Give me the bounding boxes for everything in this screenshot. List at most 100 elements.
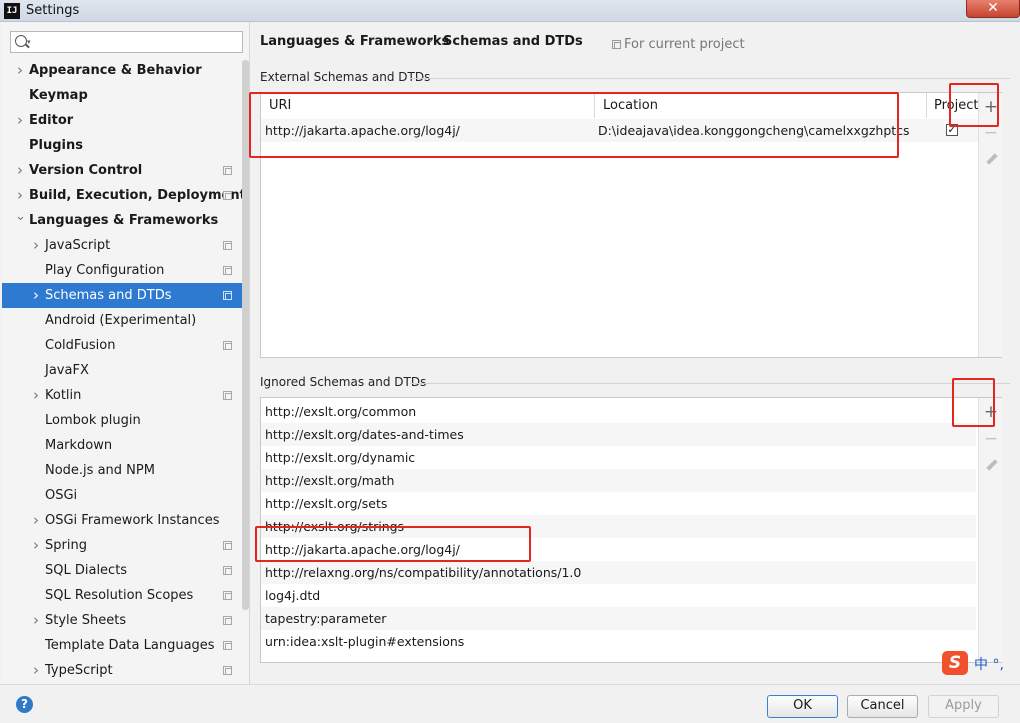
help-icon[interactable]: ? [16,696,33,713]
sidebar-item[interactable]: › Build, Execution, Deployment [2,183,248,208]
sidebar-item-label: Kotlin [45,388,82,403]
remove-external-button[interactable]: − [979,121,1003,145]
sidebar-item-label: Android (Experimental) [45,313,197,328]
sidebar-item[interactable]: Play Configuration [2,258,248,283]
project-scope-icon [223,291,232,300]
sidebar-item[interactable]: › Editor [2,108,248,133]
chevron-down-icon[interactable]: ▾ [27,38,31,46]
sidebar-item[interactable]: Android (Experimental) [2,308,248,333]
breadcrumb-current: Schemas and DTDs [443,34,583,49]
list-item[interactable]: log4j.dtd [261,584,976,607]
column-header-project[interactable]: Project [927,93,979,118]
project-scope-icon [223,566,232,575]
project-checkbox[interactable]: ✓ [946,124,958,136]
sidebar-item[interactable]: ⌄ Languages & Frameworks [2,208,248,233]
sidebar-item[interactable]: › Kotlin [2,383,248,408]
row-uri: http://jakarta.apache.org/log4j/ [265,123,460,138]
sidebar-item[interactable]: Node.js and NPM [2,458,248,483]
list-item[interactable]: http://jakarta.apache.org/log4j/ [261,538,976,561]
list-item[interactable]: http://exslt.org/strings [261,515,976,538]
chevron-right-icon[interactable]: › [15,108,25,133]
sidebar-item[interactable]: ColdFusion [2,333,248,358]
edit-ignored-button[interactable] [979,453,1003,477]
project-scope-icon [223,241,232,250]
table-row[interactable]: http://jakarta.apache.org/log4j/ D:\idea… [261,119,978,142]
settings-search-box[interactable]: ▾ [10,31,243,53]
sidebar-item[interactable]: Markdown [2,433,248,458]
list-item[interactable]: http://exslt.org/dates-and-times [261,423,976,446]
sidebar-item[interactable]: SQL Resolution Scopes [2,583,248,608]
sidebar-item-label: Plugins [29,138,83,153]
settings-search-input[interactable] [35,33,240,51]
list-item[interactable]: http://exslt.org/common [261,400,976,423]
list-item[interactable]: http://exslt.org/dynamic [261,446,976,469]
list-item[interactable]: http://exslt.org/sets [261,492,976,515]
chevron-right-icon[interactable]: › [31,533,41,558]
chevron-right-icon[interactable]: › [31,508,41,533]
project-scope-icon [223,341,232,350]
sidebar-item-label: JavaScript [45,238,111,253]
list-item[interactable]: tapestry:parameter [261,607,976,630]
sidebar-item[interactable]: › Version Control [2,158,248,183]
chevron-right-icon[interactable]: › [31,658,41,683]
sidebar-item[interactable]: Keymap [2,83,248,108]
sidebar-item[interactable]: JavaFX [2,358,248,383]
sidebar-item-label: SQL Dialects [45,563,128,578]
list-item[interactable]: http://relaxng.org/ns/compatibility/anno… [261,561,976,584]
project-scope-icon [223,266,232,275]
sidebar-item[interactable]: › Schemas and DTDs [2,283,248,308]
sidebar-item[interactable]: › Style Sheets [2,608,248,633]
settings-sidebar: ▾ › Appearance & Behavior Keymap › Editor Plu… [2,22,250,684]
project-scope-icon [223,641,232,650]
external-toolbar: + − [978,93,1002,357]
add-ignored-button[interactable]: + [979,400,1003,424]
section-divider [410,78,1010,79]
sidebar-item-label: Spring [45,538,87,553]
apply-button[interactable]: Apply [928,695,999,718]
chevron-right-icon[interactable]: › [31,233,41,258]
sidebar-item[interactable]: Lombok plugin [2,408,248,433]
sogou-ime-icon[interactable]: S [942,651,968,675]
chevron-right-icon[interactable]: › [31,283,41,308]
intellij-logo-icon: IJ [4,3,20,19]
column-header-uri[interactable]: URI [261,93,595,118]
ok-button[interactable]: OK [767,695,838,718]
cancel-button[interactable]: Cancel [847,695,918,718]
chevron-right-icon[interactable]: › [15,158,25,183]
chevron-right-icon[interactable]: › [31,383,41,408]
sidebar-item[interactable]: › Spring [2,533,248,558]
remove-ignored-button[interactable]: − [979,427,1003,451]
list-item[interactable]: http://exslt.org/math [261,469,976,492]
sidebar-item-label: Version Control [29,163,143,178]
chevron-right-icon[interactable]: › [31,608,41,633]
sidebar-item-label: Appearance & Behavior [29,63,202,78]
project-scope-icon [223,541,232,550]
sidebar-item[interactable]: SQL Dialects [2,558,248,583]
chevron-down-icon[interactable]: ⌄ [15,204,26,229]
sidebar-item[interactable]: › TypeScript [2,658,248,683]
sidebar-item[interactable]: › Appearance & Behavior [2,58,248,83]
sidebar-item[interactable]: Template Data Languages [2,633,248,658]
ime-status-text: 中 °, [974,657,1004,673]
column-header-location[interactable]: Location [595,93,927,118]
close-window-button[interactable]: ✕ [966,0,1020,18]
sidebar-item[interactable]: › JavaScript [2,233,248,258]
chevron-right-icon[interactable]: › [15,58,25,83]
breadcrumb-separator: › [428,33,434,48]
edit-external-button[interactable] [979,147,1003,171]
add-external-button[interactable]: + [979,95,1003,119]
project-scope-icon [223,191,232,200]
sidebar-item-label: Keymap [29,88,88,103]
ignored-schemas-list: http://exslt.org/common http://exslt.org/… [260,397,1002,663]
sidebar-scrollbar[interactable] [242,60,249,610]
sidebar-item-label: Editor [29,113,74,128]
window-title: Settings [26,3,80,18]
sidebar-item-label: Build, Execution, Deployment [29,188,246,203]
sidebar-item[interactable]: Plugins [2,133,248,158]
breadcrumb-parent[interactable]: Languages & Frameworks [260,34,449,49]
sidebar-item[interactable]: OSGi [2,483,248,508]
sidebar-item[interactable]: › OSGi Framework Instances [2,508,248,533]
dialog-footer: ? OK Cancel Apply [0,684,1020,723]
external-schemas-table: URI Location Project http://jakarta.apac… [260,92,1002,358]
list-item[interactable]: urn:idea:xslt-plugin#extensions [261,630,976,653]
